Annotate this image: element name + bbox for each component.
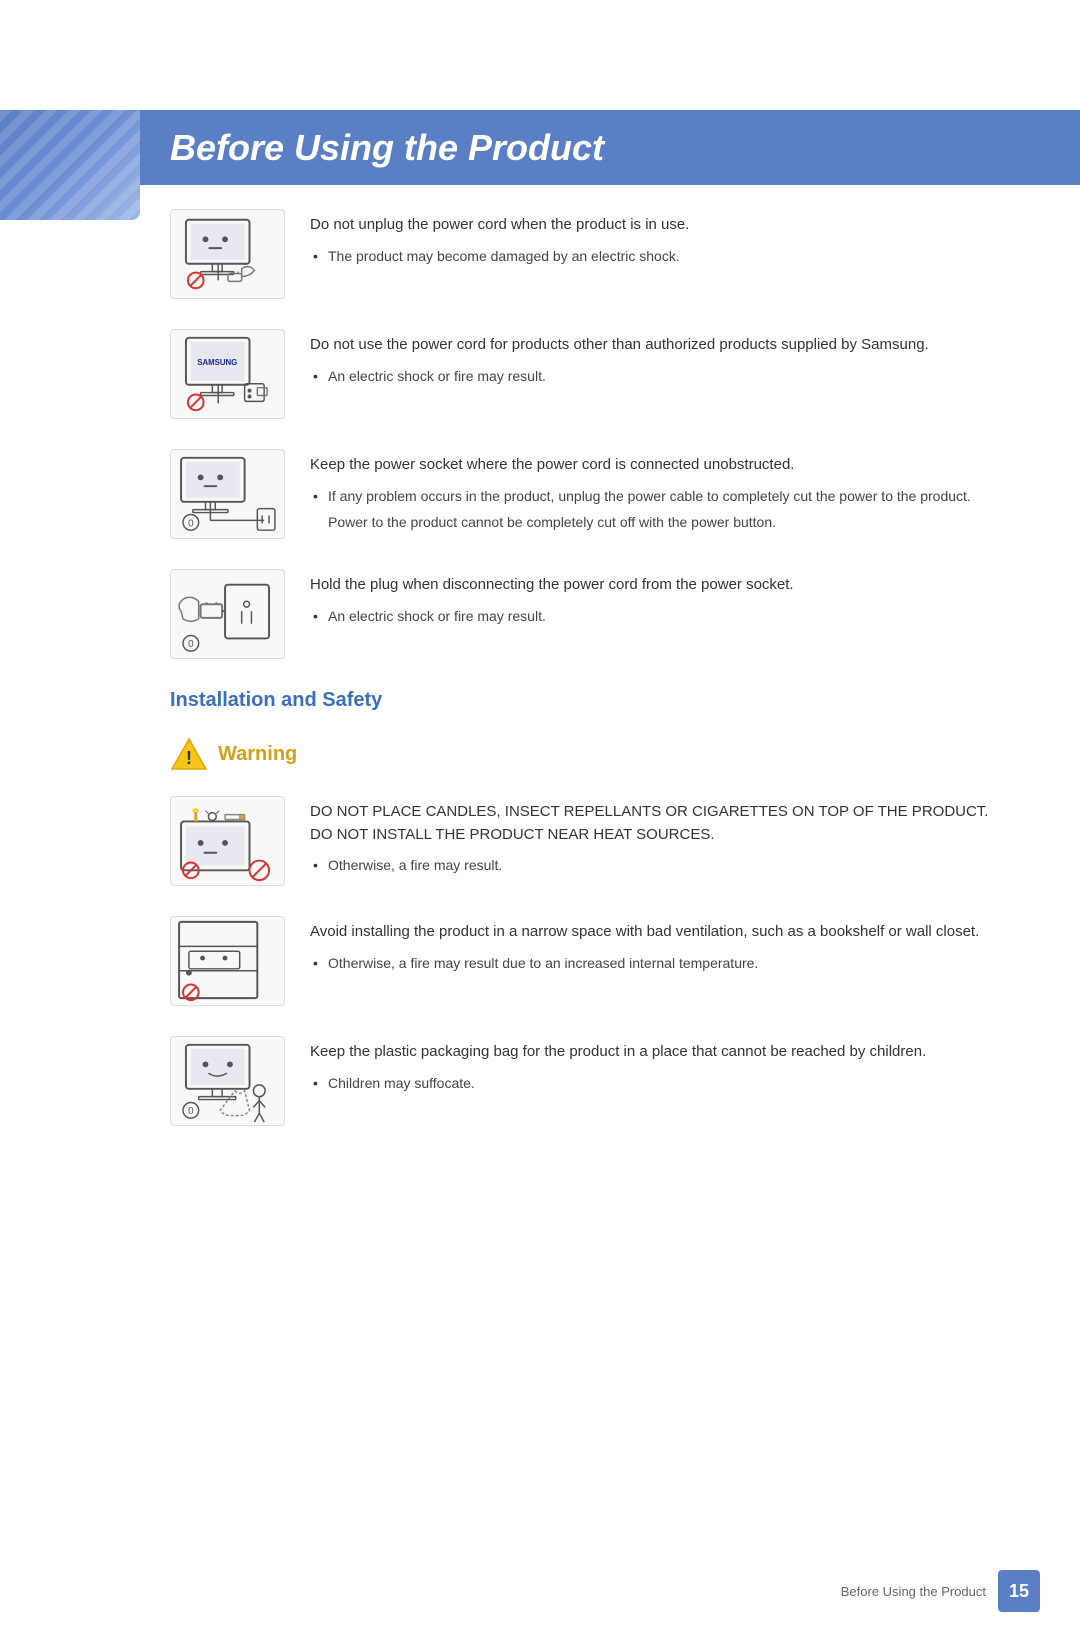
caution-image-2: SAMSUNG bbox=[170, 329, 285, 419]
caution-image-4: 0 bbox=[170, 569, 285, 659]
warning-3-bullet-1: Children may suffocate. bbox=[310, 1072, 1000, 1094]
warning-2-bullets: Otherwise, a fire may result due to an i… bbox=[310, 952, 1000, 974]
caution-4-bullets: An electric shock or fire may result. bbox=[310, 605, 1000, 627]
caution-4-main: Hold the plug when disconnecting the pow… bbox=[310, 574, 1000, 597]
warning-image-2 bbox=[170, 916, 285, 1006]
caution-1-main: Do not unplug the power cord when the pr… bbox=[310, 214, 1000, 237]
svg-text:SAMSUNG: SAMSUNG bbox=[197, 358, 237, 367]
caution-3-main: Keep the power socket where the power co… bbox=[310, 454, 1000, 477]
warning-1-bullets: Otherwise, a fire may result. bbox=[310, 854, 1000, 876]
page-title: Before Using the Product bbox=[170, 127, 604, 169]
content-area: ! Caution bbox=[0, 110, 1080, 1236]
warning-2-main: Avoid installing the product in a narrow… bbox=[310, 921, 1000, 944]
warning-1-text: DO NOT PLACE CANDLES, INSECT REPELLANTS … bbox=[310, 796, 1000, 880]
caution-2-main: Do not use the power cord for products o… bbox=[310, 334, 1000, 357]
caution-2-bullets: An electric shock or fire may result. bbox=[310, 365, 1000, 387]
warning-label: Warning bbox=[218, 743, 297, 766]
svg-text:0: 0 bbox=[188, 639, 194, 650]
caution-item-1: Do not unplug the power cord when the pr… bbox=[170, 209, 1000, 299]
caution-item-2: SAMSUNG Do not bbox=[170, 329, 1000, 419]
warning-1-bullet-1: Otherwise, a fire may result. bbox=[310, 854, 1000, 876]
caution-1-bullets: The product may become damaged by an ele… bbox=[310, 245, 1000, 267]
warning-image-3: 0 bbox=[170, 1036, 285, 1126]
svg-text:0: 0 bbox=[188, 518, 194, 529]
warning-heading: ! Warning bbox=[170, 737, 1000, 771]
caution-1-bullet-1: The product may become damaged by an ele… bbox=[310, 245, 1000, 267]
warning-1-main: DO NOT PLACE CANDLES, INSECT REPELLANTS … bbox=[310, 801, 1000, 846]
caution-4-bullet-1: An electric shock or fire may result. bbox=[310, 605, 1000, 627]
footer-text: Before Using the Product bbox=[841, 1584, 986, 1599]
caution-image-3: 0 bbox=[170, 449, 285, 539]
caution-4-text: Hold the plug when disconnecting the pow… bbox=[310, 569, 1000, 631]
warning-3-text: Keep the plastic packaging bag for the p… bbox=[310, 1036, 1000, 1098]
warning-icon: ! bbox=[170, 737, 208, 771]
warning-2-bullet-1: Otherwise, a fire may result due to an i… bbox=[310, 952, 1000, 974]
caution-1-text: Do not unplug the power cord when the pr… bbox=[310, 209, 1000, 271]
caution-3-subnote: Power to the product cannot be completel… bbox=[328, 511, 1000, 533]
installation-heading: Installation and Safety bbox=[170, 689, 1000, 712]
svg-text:0: 0 bbox=[188, 1106, 194, 1117]
warning-3-bullets: Children may suffocate. bbox=[310, 1072, 1000, 1094]
page-number: 15 bbox=[998, 1570, 1040, 1612]
caution-2-text: Do not use the power cord for products o… bbox=[310, 329, 1000, 391]
caution-2-bullet-1: An electric shock or fire may result. bbox=[310, 365, 1000, 387]
page-title-bar: Before Using the Product bbox=[140, 110, 1080, 185]
warning-item-3: 0 Keep the plastic packaging bag for the… bbox=[170, 1036, 1000, 1126]
warning-image-1 bbox=[170, 796, 285, 886]
page-container: Before Using the Product ! Caution bbox=[0, 110, 1080, 1637]
caution-3-bullet-1: If any problem occurs in the product, un… bbox=[310, 485, 1000, 507]
caution-item-3: 0 Keep the power socket where the power … bbox=[170, 449, 1000, 539]
warning-item-2: Avoid installing the product in a narrow… bbox=[170, 916, 1000, 1006]
warning-3-main: Keep the plastic packaging bag for the p… bbox=[310, 1041, 1000, 1064]
page-footer: Before Using the Product 15 bbox=[841, 1570, 1040, 1612]
caution-image-1 bbox=[170, 209, 285, 299]
accent-stripe bbox=[0, 110, 140, 220]
caution-item-4: 0 Hold the plug when disconnecting the p… bbox=[170, 569, 1000, 659]
svg-text:!: ! bbox=[186, 748, 192, 768]
caution-3-text: Keep the power socket where the power co… bbox=[310, 449, 1000, 533]
warning-2-text: Avoid installing the product in a narrow… bbox=[310, 916, 1000, 978]
warning-item-1: DO NOT PLACE CANDLES, INSECT REPELLANTS … bbox=[170, 796, 1000, 886]
left-accent-decoration bbox=[0, 110, 140, 220]
caution-3-bullets: If any problem occurs in the product, un… bbox=[310, 485, 1000, 507]
